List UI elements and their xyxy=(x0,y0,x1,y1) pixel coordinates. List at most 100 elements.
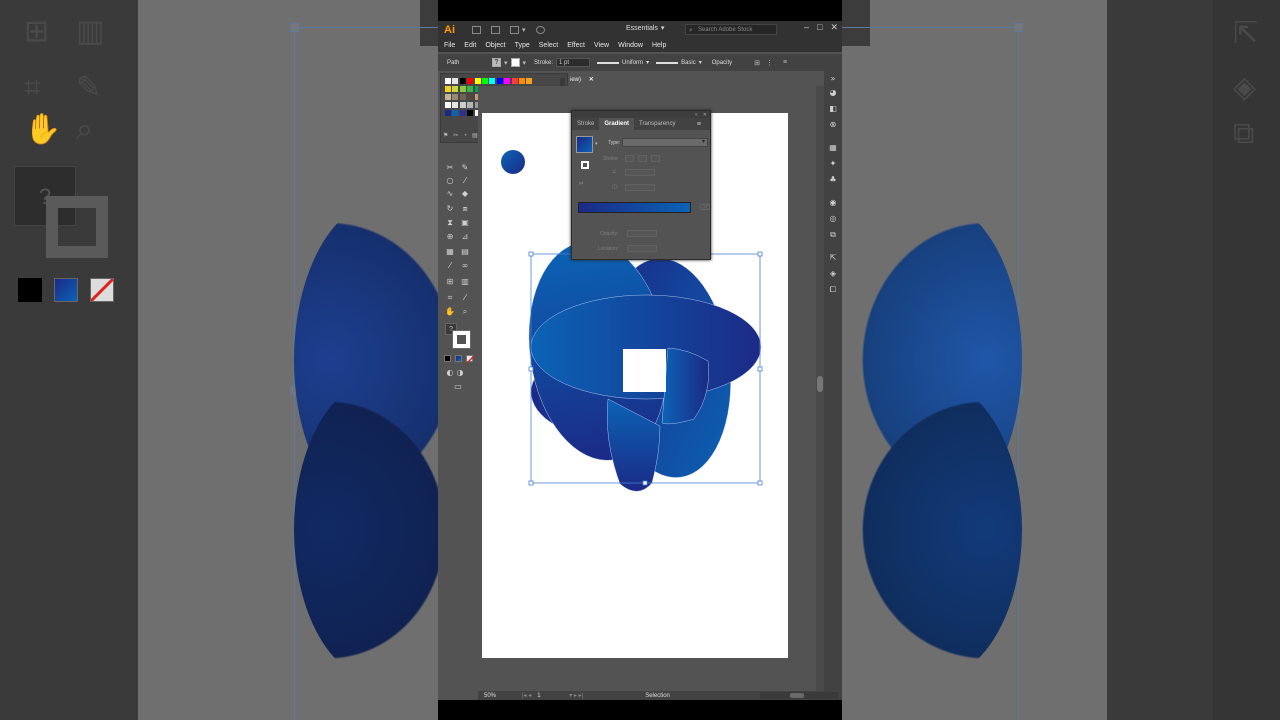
menu-edit[interactable]: Edit xyxy=(464,42,476,49)
free-transform-icon[interactable]: ▣ xyxy=(460,218,470,228)
export-icon[interactable]: ⇱ xyxy=(828,253,838,263)
workspace-switcher[interactable]: Essentials ▾ xyxy=(626,24,664,33)
swatch-chip[interactable] xyxy=(452,86,459,92)
stroke-label[interactable]: Stroke: xyxy=(534,60,553,66)
swatch-chip[interactable] xyxy=(459,78,466,84)
menu-file[interactable]: File xyxy=(444,42,455,49)
shaper-icon[interactable]: ∿ xyxy=(445,189,455,199)
zoom-icon[interactable]: ⌕ xyxy=(460,307,470,317)
scroll-thumb[interactable] xyxy=(817,376,823,392)
hand-icon[interactable]: ✋ xyxy=(445,307,455,317)
arrange-documents-icon[interactable] xyxy=(510,26,519,34)
stock-search-input[interactable]: ⌕ Search Adobe Stock xyxy=(685,24,777,35)
swatch-chip[interactable] xyxy=(452,78,459,84)
maximize-button[interactable]: □ xyxy=(817,22,822,33)
swatch-chip[interactable] xyxy=(519,78,525,84)
minimize-button[interactable]: – xyxy=(804,22,809,33)
swatch-chip[interactable] xyxy=(489,78,496,84)
brush-definition[interactable]: Basic ▾ xyxy=(656,58,702,67)
swatch-chip[interactable] xyxy=(511,78,518,84)
vertical-scrollbar[interactable] xyxy=(816,86,824,691)
swatch-chip[interactable] xyxy=(467,102,474,108)
menu-type[interactable]: Type xyxy=(515,42,530,49)
align-icon[interactable]: ⊞ xyxy=(754,59,760,67)
slice-icon[interactable]: ⁄ xyxy=(460,293,470,303)
none-mode-button[interactable] xyxy=(466,355,474,363)
swatch-chip[interactable] xyxy=(445,86,451,92)
perspective-icon[interactable]: ⊿ xyxy=(460,232,470,242)
eraser-icon[interactable]: ◆ xyxy=(460,189,470,199)
collapse-dock-icon[interactable]: » xyxy=(828,74,838,84)
horizontal-scrollbar[interactable] xyxy=(760,692,838,699)
graph-icon[interactable]: ▥ xyxy=(460,277,470,287)
swatch-chip[interactable] xyxy=(452,110,459,116)
libraries-icon[interactable]: ⊗ xyxy=(828,120,838,130)
change-screen-mode-icon[interactable]: ▭ xyxy=(453,382,463,392)
graphic-styles-icon[interactable]: ◎ xyxy=(828,214,838,224)
opacity-label[interactable]: Opacity xyxy=(712,60,732,66)
panel-menu-icon[interactable]: ≡ xyxy=(783,59,787,66)
menu-help[interactable]: Help xyxy=(652,42,666,49)
scroll-thumb[interactable] xyxy=(790,693,804,698)
bridge-icon[interactable] xyxy=(472,26,481,34)
panel-header[interactable]: « ✕ xyxy=(572,111,710,118)
asset-export-icon[interactable]: ⧉ xyxy=(828,230,838,240)
rotate-icon[interactable]: ↻ xyxy=(445,204,455,214)
document-tab[interactable]: iew) ✕ xyxy=(570,74,600,86)
first-artboard-icon[interactable]: |◂ ◂ xyxy=(522,692,531,699)
swatch-chip[interactable] xyxy=(467,110,474,116)
swatch-chip[interactable] xyxy=(526,78,533,84)
menu-window[interactable]: Window xyxy=(618,42,643,49)
swatches-panel-icon[interactable]: ▦ xyxy=(828,143,838,153)
close-button[interactable]: ✕ xyxy=(830,22,838,33)
close-panel-icon[interactable]: ✕ xyxy=(703,112,707,118)
tab-stroke[interactable]: Stroke xyxy=(572,121,599,127)
swatch-chip[interactable] xyxy=(459,110,466,116)
fill-stroke-indicator[interactable] xyxy=(581,161,589,169)
swatch-chip[interactable] xyxy=(474,78,481,84)
width-icon[interactable]: ⧗ xyxy=(445,218,455,228)
scale-icon[interactable]: ⧈ xyxy=(460,204,470,214)
artboard-icon[interactable]: ⌗ xyxy=(445,293,455,303)
swatch-chip[interactable] xyxy=(445,94,451,100)
blend-icon[interactable]: ∞ xyxy=(460,261,470,271)
transform-icon[interactable]: ⋮ xyxy=(766,59,773,67)
chevron-down-icon[interactable]: ▾ xyxy=(504,59,508,67)
brushes-icon[interactable]: ✦ xyxy=(828,159,838,169)
fill-color-button[interactable]: ? xyxy=(492,58,501,67)
swatch-chip[interactable] xyxy=(452,102,459,108)
mesh-icon[interactable]: ▦ xyxy=(445,247,455,257)
symbol-sprayer-icon[interactable]: ⊞ xyxy=(445,277,455,287)
close-tab-icon[interactable]: ✕ xyxy=(589,77,594,83)
appearance-icon[interactable]: ◉ xyxy=(828,198,838,208)
menu-object[interactable]: Object xyxy=(485,42,505,49)
stroke-weight-field[interactable]: 1 pt xyxy=(556,58,591,67)
layers-icon[interactable]: ◈ xyxy=(828,269,838,279)
swatch-chip[interactable] xyxy=(504,78,511,84)
menu-select[interactable]: Select xyxy=(539,42,558,49)
stock-icon[interactable] xyxy=(491,26,500,34)
gradient-preview-swatch[interactable] xyxy=(576,136,593,153)
gpu-icon[interactable] xyxy=(535,26,545,34)
gradient-mode-button[interactable] xyxy=(455,355,462,362)
shape-builder-icon[interactable]: ⊕ xyxy=(445,232,455,242)
swatch-chip[interactable] xyxy=(452,94,459,100)
swatch-chip[interactable] xyxy=(445,102,451,108)
swatch-chip[interactable] xyxy=(459,102,466,108)
variable-width-profile[interactable]: Uniform ▾ xyxy=(597,58,649,67)
chevron-down-icon[interactable]: ▾ xyxy=(523,59,527,67)
menu-view[interactable]: View xyxy=(594,42,609,49)
color-guide-icon[interactable]: ◕ xyxy=(828,88,838,98)
swatch-chip[interactable] xyxy=(467,78,474,84)
collapse-icon[interactable]: « xyxy=(695,112,698,118)
ellipse-tool-icon[interactable]: ○ xyxy=(445,176,455,186)
zoom-level[interactable]: 50% xyxy=(484,693,518,699)
properties-icon[interactable]: ◧ xyxy=(828,104,838,114)
eyedropper-icon[interactable]: ⁄ xyxy=(445,261,455,271)
gradient-type-select[interactable]: ▾ xyxy=(622,138,708,147)
swatch-chip[interactable] xyxy=(459,94,466,100)
paintbrush-icon[interactable]: ⁄ xyxy=(460,176,470,186)
tab-transparency[interactable]: Transparency xyxy=(634,121,680,127)
swatch-chip[interactable] xyxy=(445,78,451,84)
gradient-slider[interactable] xyxy=(578,202,691,213)
